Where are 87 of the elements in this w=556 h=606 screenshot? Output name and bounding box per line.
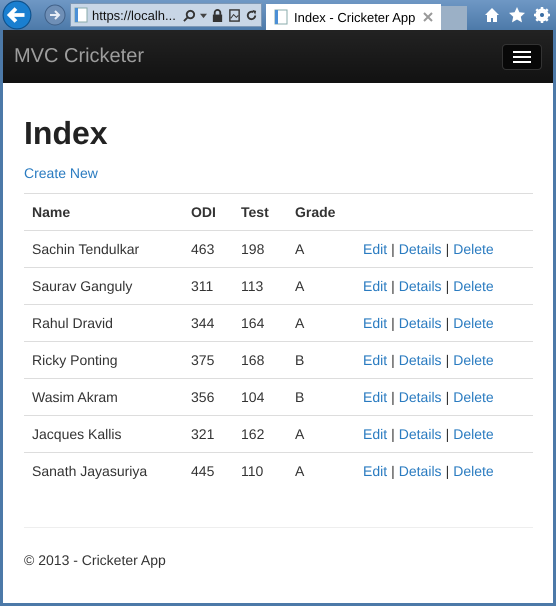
table-cell: 110: [233, 452, 287, 489]
row-action-link[interactable]: Delete: [453, 315, 494, 331]
table-cell: A: [287, 452, 355, 489]
separator-text: |: [446, 426, 450, 442]
table-cell: A: [287, 230, 355, 268]
table-cell: B: [287, 342, 355, 378]
separator-text: |: [391, 426, 395, 442]
settings-icon[interactable]: [534, 7, 550, 23]
table-cell: 198: [233, 230, 287, 268]
separator-text: |: [391, 315, 395, 331]
search-icon[interactable]: [183, 8, 196, 22]
separator-text: |: [446, 352, 450, 368]
row-action-link[interactable]: Edit: [363, 463, 388, 479]
column-header: ODI: [183, 194, 233, 230]
column-header: Test: [233, 194, 287, 230]
separator-text: |: [446, 241, 450, 257]
column-header: Name: [24, 194, 183, 230]
table-cell: A: [287, 416, 355, 452]
separator-text: |: [391, 278, 395, 294]
table-cell: Ricky Ponting: [24, 342, 183, 378]
close-icon[interactable]: [423, 12, 433, 22]
footer-text: © 2013 - Cricketer App: [24, 552, 167, 568]
row-action-link[interactable]: Delete: [453, 426, 494, 442]
table-cell: 356: [183, 378, 233, 416]
forward-button[interactable]: [44, 4, 66, 26]
row-action-link[interactable]: Edit: [363, 315, 388, 331]
table-cell: 321: [183, 416, 233, 452]
star-icon[interactable]: [509, 7, 525, 23]
table-cell: 164: [233, 304, 287, 342]
table-cell: 311: [183, 268, 233, 304]
separator-text: |: [446, 278, 450, 294]
lock-icon[interactable]: [211, 8, 224, 22]
address-bar[interactable]: https://localh...: [70, 3, 262, 27]
table-cell: 445: [183, 452, 233, 489]
browser-tab[interactable]: Index - Cricketer App: [266, 4, 441, 30]
row-action-link[interactable]: Delete: [453, 352, 494, 368]
menu-icon: [513, 50, 531, 62]
row-action-link[interactable]: Details: [398, 352, 442, 368]
brand-link[interactable]: MVC Cricketer: [14, 45, 144, 68]
separator-text: |: [446, 315, 450, 331]
table-cell: Sachin Tendulkar: [24, 230, 183, 268]
row-action-link[interactable]: Edit: [363, 389, 388, 405]
row-action-link[interactable]: Edit: [363, 426, 388, 442]
table-cell: 113: [233, 268, 287, 304]
row-action-link[interactable]: Delete: [453, 463, 494, 479]
table-cell: 168: [233, 342, 287, 378]
separator-text: |: [391, 352, 395, 368]
row-action-link[interactable]: Delete: [453, 241, 494, 257]
row-action-link[interactable]: Edit: [363, 278, 388, 294]
table-cell: 344: [183, 304, 233, 342]
row-action-link[interactable]: Details: [398, 463, 442, 479]
home-icon[interactable]: [484, 7, 500, 23]
table-cell: 162: [233, 416, 287, 452]
row-action-link[interactable]: Edit: [363, 241, 388, 257]
table-cell: 104: [233, 378, 287, 416]
address-text: https://localh...: [92, 8, 176, 22]
table-cell: Wasim Akram: [24, 378, 183, 416]
refresh-icon[interactable]: [245, 8, 258, 22]
row-action-link[interactable]: Delete: [453, 389, 494, 405]
separator-text: |: [391, 389, 395, 405]
separator-text: |: [391, 463, 395, 479]
page-icon: [74, 7, 88, 23]
row-action-link[interactable]: Details: [398, 389, 442, 405]
row-action-link[interactable]: Edit: [363, 352, 388, 368]
page-icon: [274, 9, 288, 25]
row-action-link[interactable]: Delete: [453, 278, 494, 294]
separator-text: |: [391, 241, 395, 257]
create-new-link[interactable]: Create New: [24, 163, 98, 183]
table-cell: Rahul Dravid: [24, 304, 183, 342]
table-cell: Sanath Jayasuriya: [24, 452, 183, 489]
table-cell: 463: [183, 230, 233, 268]
menu-button[interactable]: [502, 44, 542, 70]
table-cell: Saurav Ganguly: [24, 268, 183, 304]
page-heading: Index: [24, 115, 109, 151]
row-action-link[interactable]: Details: [398, 426, 442, 442]
table-cell: Jacques Kallis: [24, 416, 183, 452]
table-cell: 375: [183, 342, 233, 378]
row-action-link[interactable]: Details: [398, 315, 442, 331]
column-header: Grade: [287, 194, 355, 230]
separator-text: |: [446, 389, 450, 405]
table-cell: B: [287, 378, 355, 416]
table-cell: A: [287, 268, 355, 304]
table-cell: A: [287, 304, 355, 342]
separator-text: |: [446, 463, 450, 479]
back-button[interactable]: [2, 0, 32, 30]
row-action-link[interactable]: Details: [398, 278, 442, 294]
row-action-link[interactable]: Details: [398, 241, 442, 257]
